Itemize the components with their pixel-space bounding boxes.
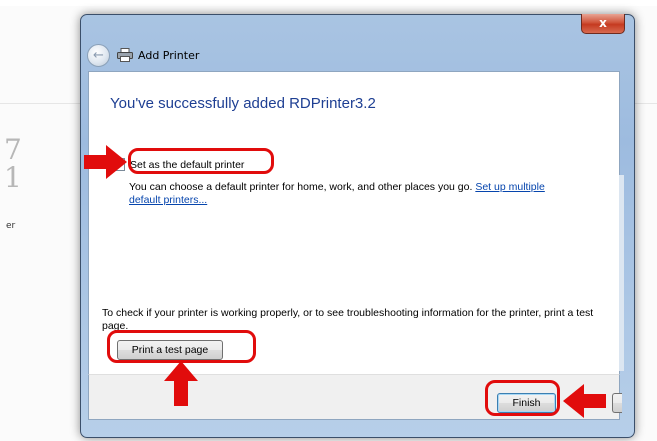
annotation-arrow-left-icon bbox=[563, 384, 606, 418]
default-printer-description: You can choose a default printer for hom… bbox=[129, 181, 569, 207]
side-strip bbox=[619, 175, 624, 371]
printer-icon bbox=[117, 48, 133, 62]
annotation-oval-finish-button bbox=[485, 380, 560, 416]
background-text-fragment: er bbox=[6, 221, 16, 231]
annotation-arrow-up-icon bbox=[164, 361, 198, 406]
back-arrow-icon: ← bbox=[93, 47, 104, 63]
background-heading-fragment: 7 1 bbox=[4, 136, 22, 194]
close-button[interactable]: x bbox=[581, 14, 625, 34]
back-button[interactable]: ← bbox=[87, 43, 110, 67]
cancel-button[interactable] bbox=[612, 393, 622, 413]
title-bar: ← Add Printer bbox=[87, 43, 199, 67]
window-title: Add Printer bbox=[138, 48, 200, 62]
annotation-oval-checkbox bbox=[128, 148, 274, 174]
close-icon: x bbox=[599, 16, 607, 30]
background-top bbox=[0, 0, 657, 6]
success-heading: You've successfully added RDPrinter3.2 bbox=[110, 95, 376, 112]
annotation-arrow-right-icon bbox=[84, 145, 127, 179]
description-text: You can choose a default printer for hom… bbox=[129, 181, 473, 193]
annotation-oval-print-button bbox=[107, 330, 256, 363]
